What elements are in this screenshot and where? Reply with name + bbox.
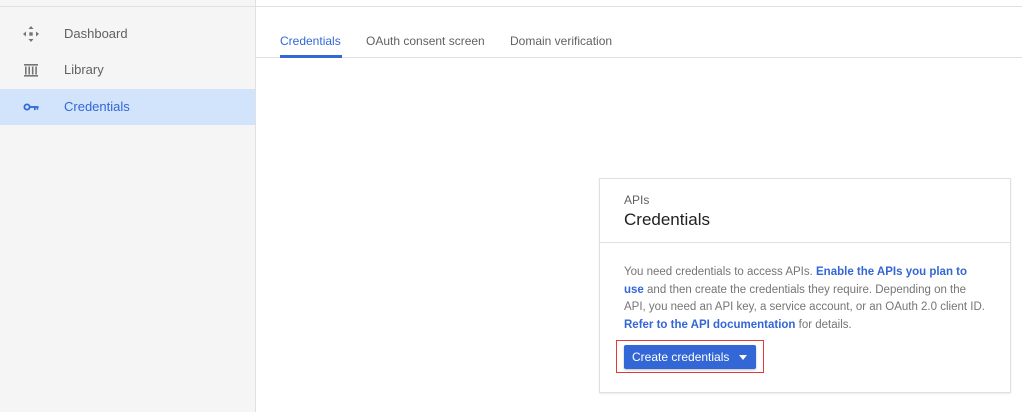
card-description: You need credentials to access APIs. Ena… [624, 264, 988, 334]
sidebar-top-divider [0, 0, 256, 7]
card-eyebrow: APIs [624, 193, 650, 207]
tab-oauth-consent-screen[interactable]: OAuth consent screen [366, 34, 485, 48]
sidebar-item-label: Credentials [64, 99, 130, 114]
create-credentials-button[interactable]: Create credentials [624, 345, 756, 369]
tab-credentials[interactable]: Credentials [280, 34, 341, 48]
header-divider [256, 0, 1022, 7]
description-text: and then create the credentials they req… [624, 283, 985, 314]
api-documentation-link[interactable]: Refer to the API documentation [624, 319, 795, 331]
create-credentials-label: Create credentials [632, 350, 730, 364]
dashboard-icon [22, 25, 40, 43]
active-tab-indicator [280, 55, 342, 58]
sidebar: Dashboard Library Credentials [0, 0, 256, 412]
description-text: for details. [795, 318, 852, 331]
library-icon [22, 61, 40, 79]
key-icon [22, 98, 40, 116]
sidebar-item-label: Library [64, 62, 104, 77]
sidebar-item-library[interactable]: Library [0, 52, 255, 88]
sidebar-item-credentials[interactable]: Credentials [0, 89, 255, 125]
card-title: Credentials [624, 210, 710, 229]
dropdown-caret-icon [739, 355, 747, 360]
credentials-card: APIs Credentials You need credentials to… [599, 178, 1011, 393]
app-root: Dashboard Library Credentials Credential… [0, 0, 1022, 412]
description-text: You need credentials to access APIs. [624, 266, 817, 278]
sidebar-item-dashboard[interactable]: Dashboard [0, 16, 255, 52]
tab-domain-verification[interactable]: Domain verification [510, 34, 612, 48]
sidebar-item-label: Dashboard [64, 26, 128, 41]
card-header: APIs Credentials [600, 179, 1010, 243]
tab-bar: Credentials OAuth consent screen Domain … [256, 24, 1022, 58]
